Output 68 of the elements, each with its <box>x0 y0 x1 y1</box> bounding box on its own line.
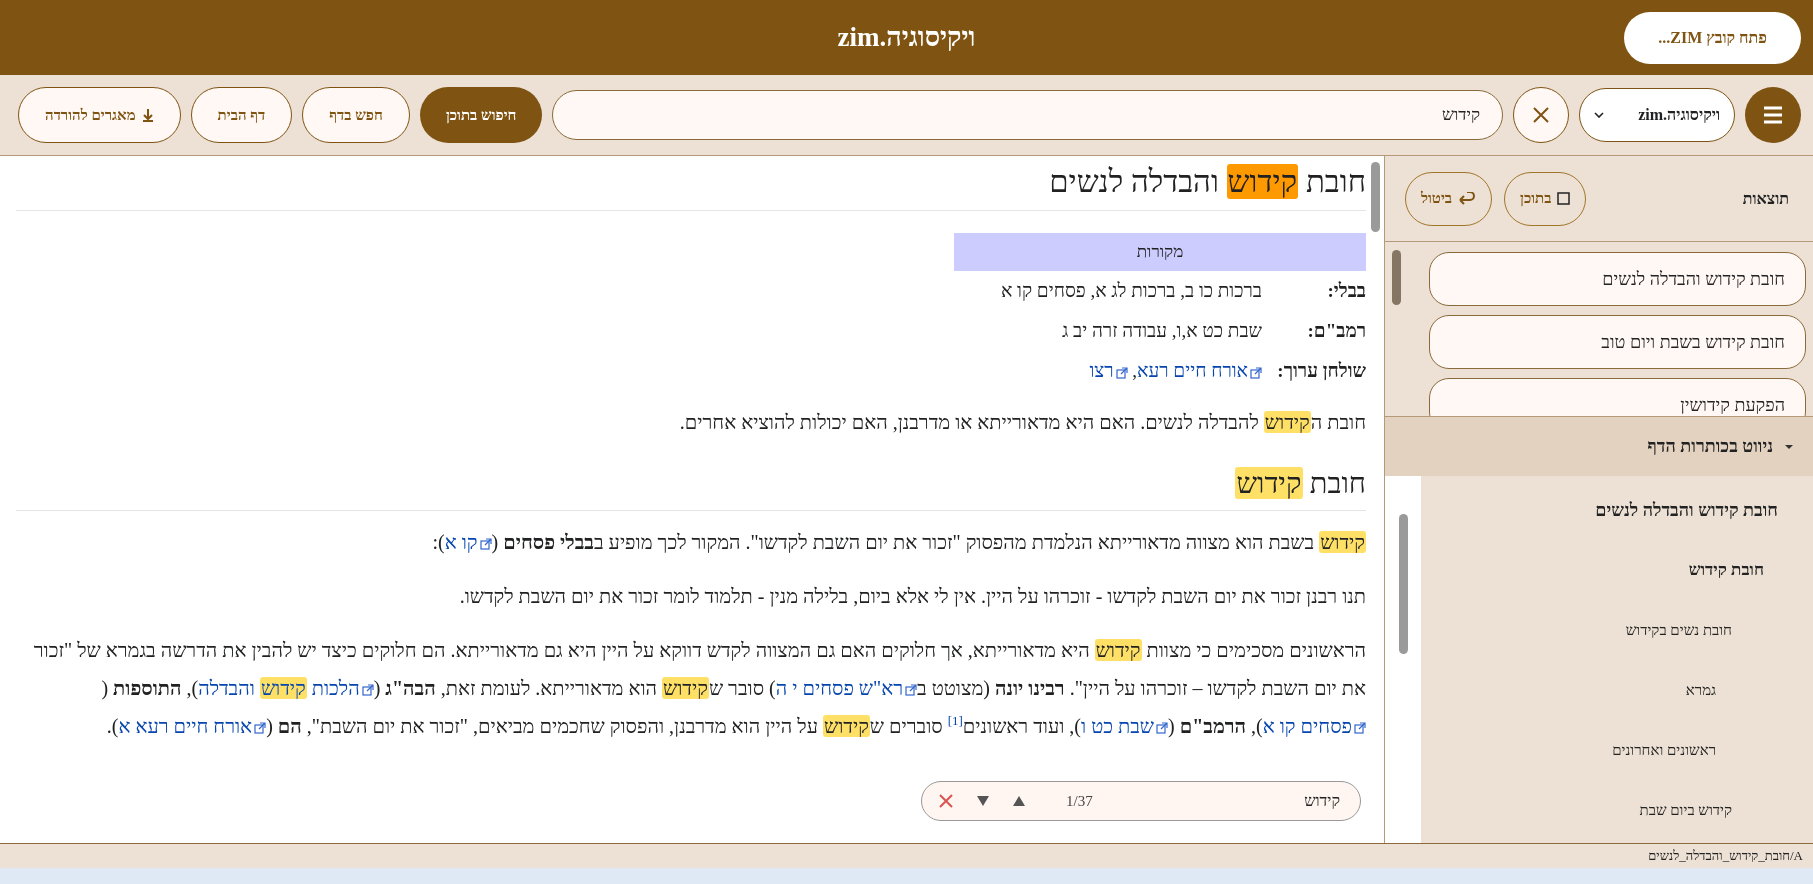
scrollbar-thumb[interactable] <box>1370 162 1380 232</box>
external-link-icon <box>361 684 374 697</box>
external-link-icon <box>254 722 267 735</box>
infobox-value: אורח חיים רעא, רצו <box>954 351 1268 392</box>
link[interactable]: אורח חיים רעא <box>1137 360 1262 382</box>
scrollbar-thumb[interactable] <box>1391 250 1401 305</box>
checkbox-icon <box>1557 192 1571 205</box>
external-link-icon <box>1354 722 1366 735</box>
find-query: קידוש <box>1303 792 1340 810</box>
external-link-icon <box>905 684 918 697</box>
search-field[interactable]: קידוש <box>552 90 1503 140</box>
chevron-down-icon <box>1594 112 1604 118</box>
result-item[interactable]: חובת קידוש והבדלה לנשים <box>1429 252 1806 306</box>
return-arrow-icon <box>1458 191 1477 206</box>
paragraph: תנו רבנן זכור את יום השבת לקדשו - זוכרהו על היין. אין לי אלא ביום, בלילה מנין - תלמוד לומר זכור את יום השבת לקדשו. <box>458 583 1366 609</box>
infobox-value: שבת כט א,ו, עבודה זרה יב ג <box>1060 319 1263 344</box>
paragraph: חובת הקידוש להבדלה לנשים. האם היא מדאורייתא או מדרבנן, האם יכולות להוציא אחרים. <box>678 410 1366 436</box>
menu-button[interactable] <box>1745 87 1801 143</box>
close-icon <box>1532 106 1550 124</box>
toolbar-button[interactable]: חפש בדף <box>302 87 410 143</box>
results-title: תוצאות <box>1741 189 1789 208</box>
library-select[interactable]: ויקיסוגיה.zim <box>1579 88 1735 142</box>
toc-item[interactable]: חובת נשים בקידוש <box>1421 600 1788 660</box>
link[interactable]: קידוש <box>259 676 307 699</box>
external-link-icon <box>1250 366 1262 379</box>
paragraph: קידוש בשבת הוא מצווה מדאורייתא הנלמדת מהפסוק "זכור את יום השבת לקדשו". המקור לכך מופיע בבבלי פסחים ( קו א): <box>431 529 1366 556</box>
toc-item[interactable]: חובת קידוש והבדלה לנשים <box>1421 480 1788 540</box>
caret-icon <box>1785 442 1793 451</box>
link[interactable]: הלכות <box>306 676 374 699</box>
infobox-label: שולחן ערוך: <box>1276 359 1366 384</box>
external-link-icon <box>1115 366 1128 379</box>
triangle-down-icon <box>976 795 990 807</box>
footnote-link[interactable]: [1] <box>947 713 963 729</box>
article-title: חובת קידוש והבדלה לנשים <box>16 156 1366 212</box>
toc-item[interactable]: ראשונים ואחרונים <box>1421 720 1788 780</box>
link[interactable]: רא"ש פסחים י ה <box>775 676 918 699</box>
close-icon <box>938 793 954 809</box>
toolbar-button[interactable]: דף הבית <box>190 87 293 143</box>
section-heading: חובת קידוש <box>16 463 1366 511</box>
external-link-icon <box>1156 722 1168 735</box>
link[interactable]: והבדלה <box>198 676 260 699</box>
link[interactable]: קו א <box>444 530 492 553</box>
scrollbar-thumb[interactable] <box>1398 514 1408 654</box>
link[interactable]: פסחים קו א <box>1262 714 1366 737</box>
link[interactable]: רצו <box>1089 360 1128 382</box>
external-link-icon <box>479 538 492 551</box>
page-path: A/חובת_קידוש_והבדלה_לנשים <box>1648 848 1803 864</box>
download-icon <box>141 108 154 122</box>
toc-item[interactable]: גמרא <box>1421 660 1788 720</box>
result-item[interactable]: חובת קידוש בשבת ויום טוב <box>1429 315 1806 369</box>
nav-section-header[interactable]: ניווט בכותרות הדף <box>1385 416 1813 476</box>
app-title: ויקיסוגיה.zim <box>837 22 976 53</box>
link[interactable]: אורח חיים רעא א <box>118 714 267 737</box>
toolbar-button[interactable]: מאגרים להורדה <box>18 87 181 143</box>
infobox-label: בבלי: <box>1326 279 1366 304</box>
infobox-label: רמב"ם: <box>1306 319 1366 344</box>
toc-item[interactable]: חובת קידוש <box>1421 540 1788 600</box>
clear-button[interactable] <box>1513 87 1569 143</box>
triangle-up-icon <box>1012 795 1026 807</box>
open-file-button[interactable]: פתח קובץ ZIM... <box>1624 12 1801 64</box>
toc-item[interactable]: קידוש ביום שבת <box>1421 780 1788 840</box>
link[interactable]: שבת כט ו <box>1081 714 1168 737</box>
menu-icon <box>1763 106 1783 124</box>
toolbar-button[interactable]: חיפוש בתוכן <box>419 87 543 143</box>
infobox-value: ברכות כו ב, ברכות לג א, פסחים קו א <box>999 279 1263 304</box>
match-count: 1/37 <box>1066 792 1093 810</box>
infobox-header: מקורות <box>954 233 1366 272</box>
result-item[interactable]: הפקעת קידושין <box>1429 378 1806 416</box>
